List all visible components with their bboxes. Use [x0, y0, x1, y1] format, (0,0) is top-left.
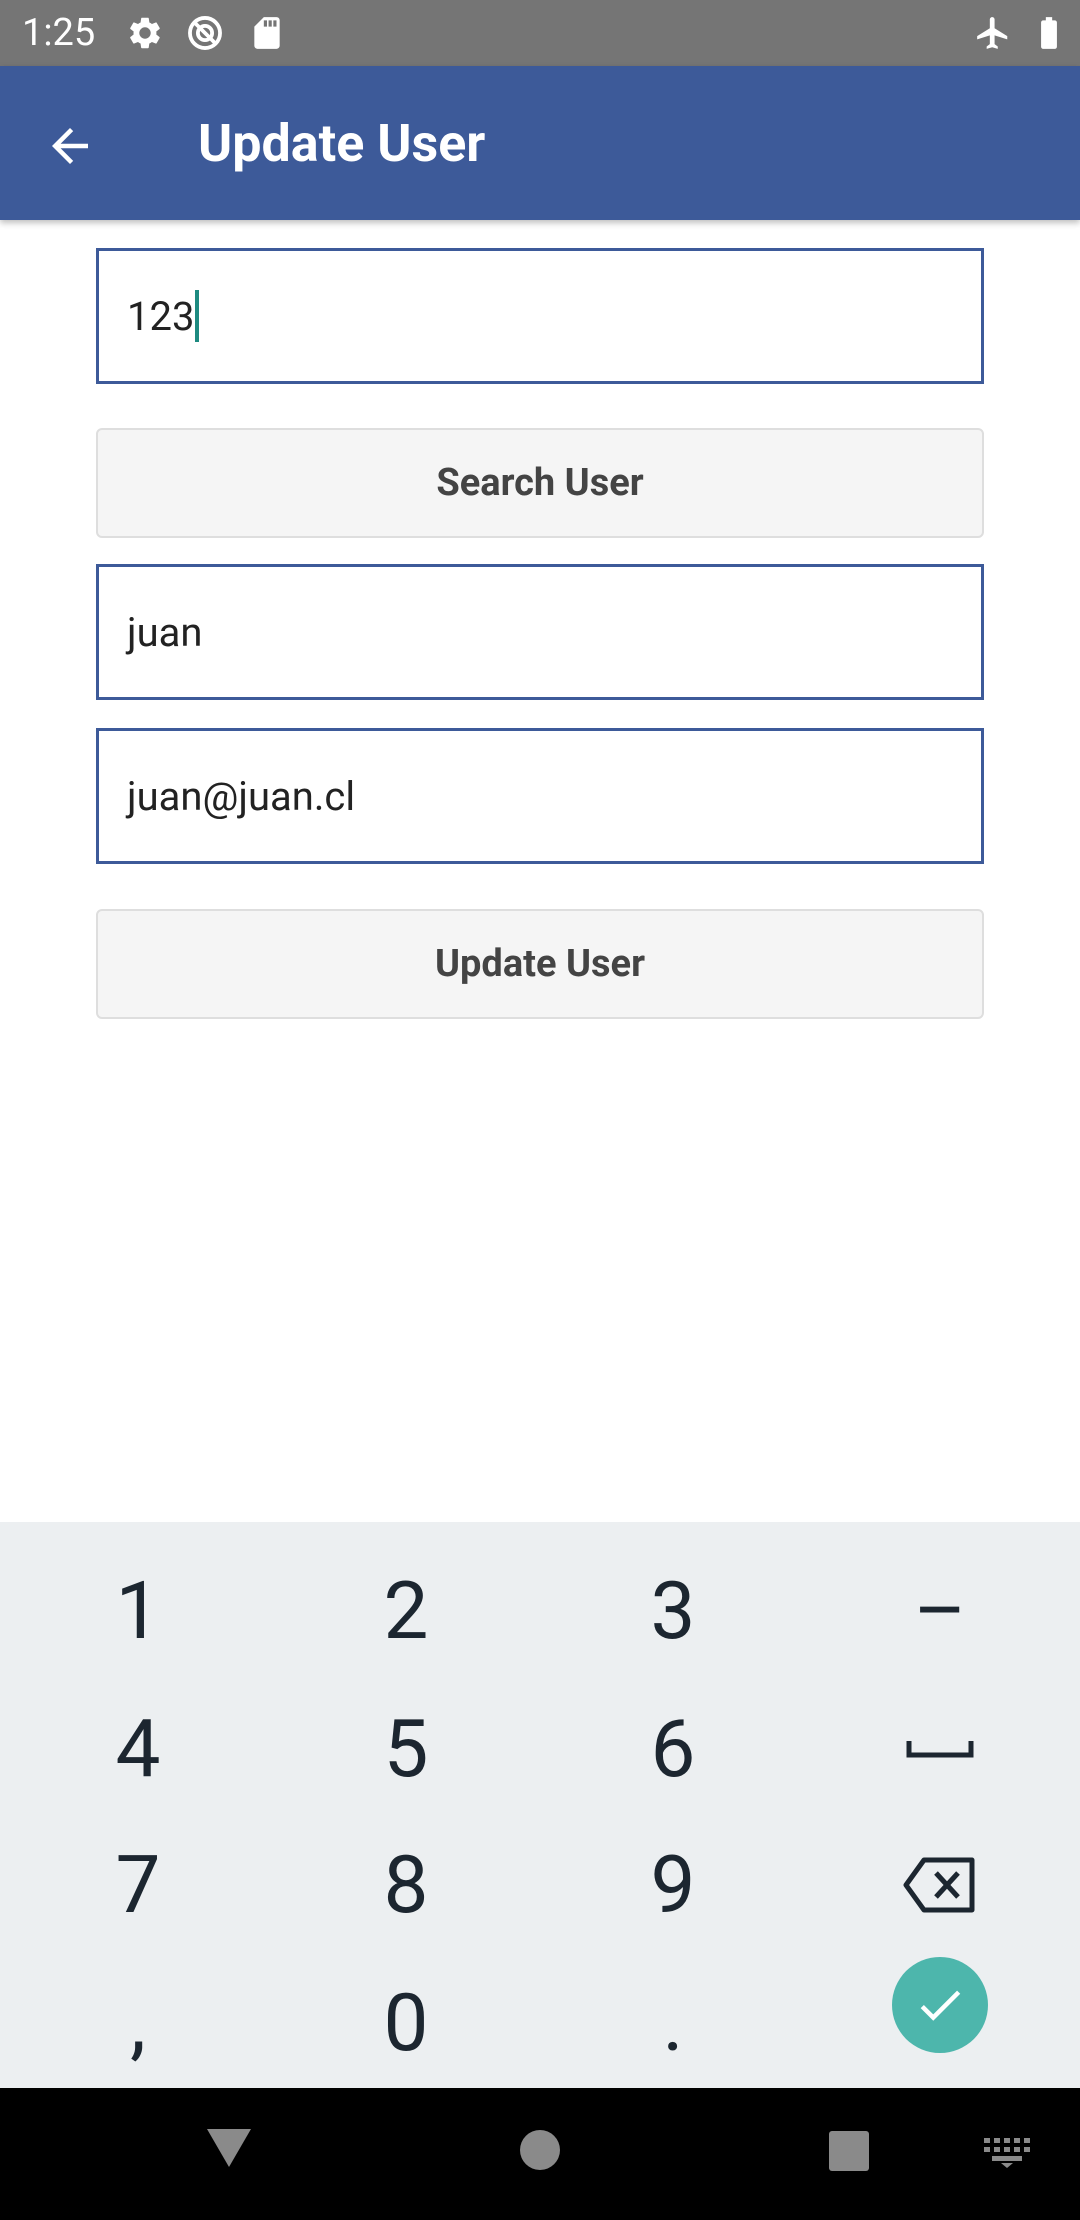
battery-icon — [1041, 17, 1057, 49]
key-backspace[interactable] — [820, 1820, 1060, 1950]
key-8[interactable]: 8 — [286, 1820, 526, 1950]
recents-square-icon[interactable] — [828, 2130, 870, 2172]
sd-card-icon — [254, 17, 280, 49]
search-user-button[interactable]: Search User — [96, 428, 984, 538]
email-value: juan@juan.cl — [127, 772, 356, 820]
key-1[interactable]: 1 — [18, 1546, 258, 1676]
home-circle-icon[interactable] — [518, 2128, 562, 2172]
keyboard-switch-icon[interactable] — [984, 2138, 1030, 2168]
key-period[interactable]: . — [553, 1958, 793, 2088]
done-key[interactable] — [892, 1957, 988, 2053]
key-4[interactable]: 4 — [18, 1684, 258, 1814]
key-6[interactable]: 6 — [553, 1684, 793, 1814]
key-9[interactable]: 9 — [553, 1820, 793, 1950]
user-id-value: 123 — [127, 292, 195, 340]
search-user-button-label: Search User — [436, 461, 644, 505]
key-space[interactable] — [820, 1684, 1060, 1814]
key-3[interactable]: 3 — [553, 1546, 793, 1676]
space-bar-icon — [906, 1741, 974, 1758]
name-input[interactable]: juan — [96, 564, 984, 700]
settings-icon — [130, 17, 160, 49]
airplane-icon — [977, 17, 1008, 49]
user-id-input[interactable]: 123 — [96, 248, 984, 384]
key-7[interactable]: 7 — [18, 1820, 258, 1950]
no-sync-icon — [188, 16, 222, 50]
back-button[interactable] — [30, 106, 110, 186]
text-cursor — [195, 290, 200, 342]
arrow-left-icon — [52, 128, 88, 164]
app-bar: Update User — [0, 66, 1080, 220]
update-user-button[interactable]: Update User — [96, 909, 984, 1019]
email-input[interactable]: juan@juan.cl — [96, 728, 984, 864]
key-0[interactable]: 0 — [286, 1958, 526, 2088]
check-icon — [920, 1990, 961, 2021]
key-dash[interactable]: – — [820, 1546, 1060, 1676]
status-bar: 1:25 — [0, 0, 1080, 66]
backspace-icon — [903, 1857, 975, 1913]
status-time: 1:25 — [22, 11, 96, 55]
key-comma[interactable]: , — [18, 1958, 258, 2088]
key-2[interactable]: 2 — [286, 1546, 526, 1676]
navigation-bar — [0, 2088, 1080, 2220]
page-title: Update User — [198, 113, 486, 174]
key-5[interactable]: 5 — [286, 1684, 526, 1814]
update-user-button-label: Update User — [435, 942, 645, 986]
name-value: juan — [127, 608, 203, 656]
back-triangle-icon[interactable] — [204, 2126, 254, 2170]
